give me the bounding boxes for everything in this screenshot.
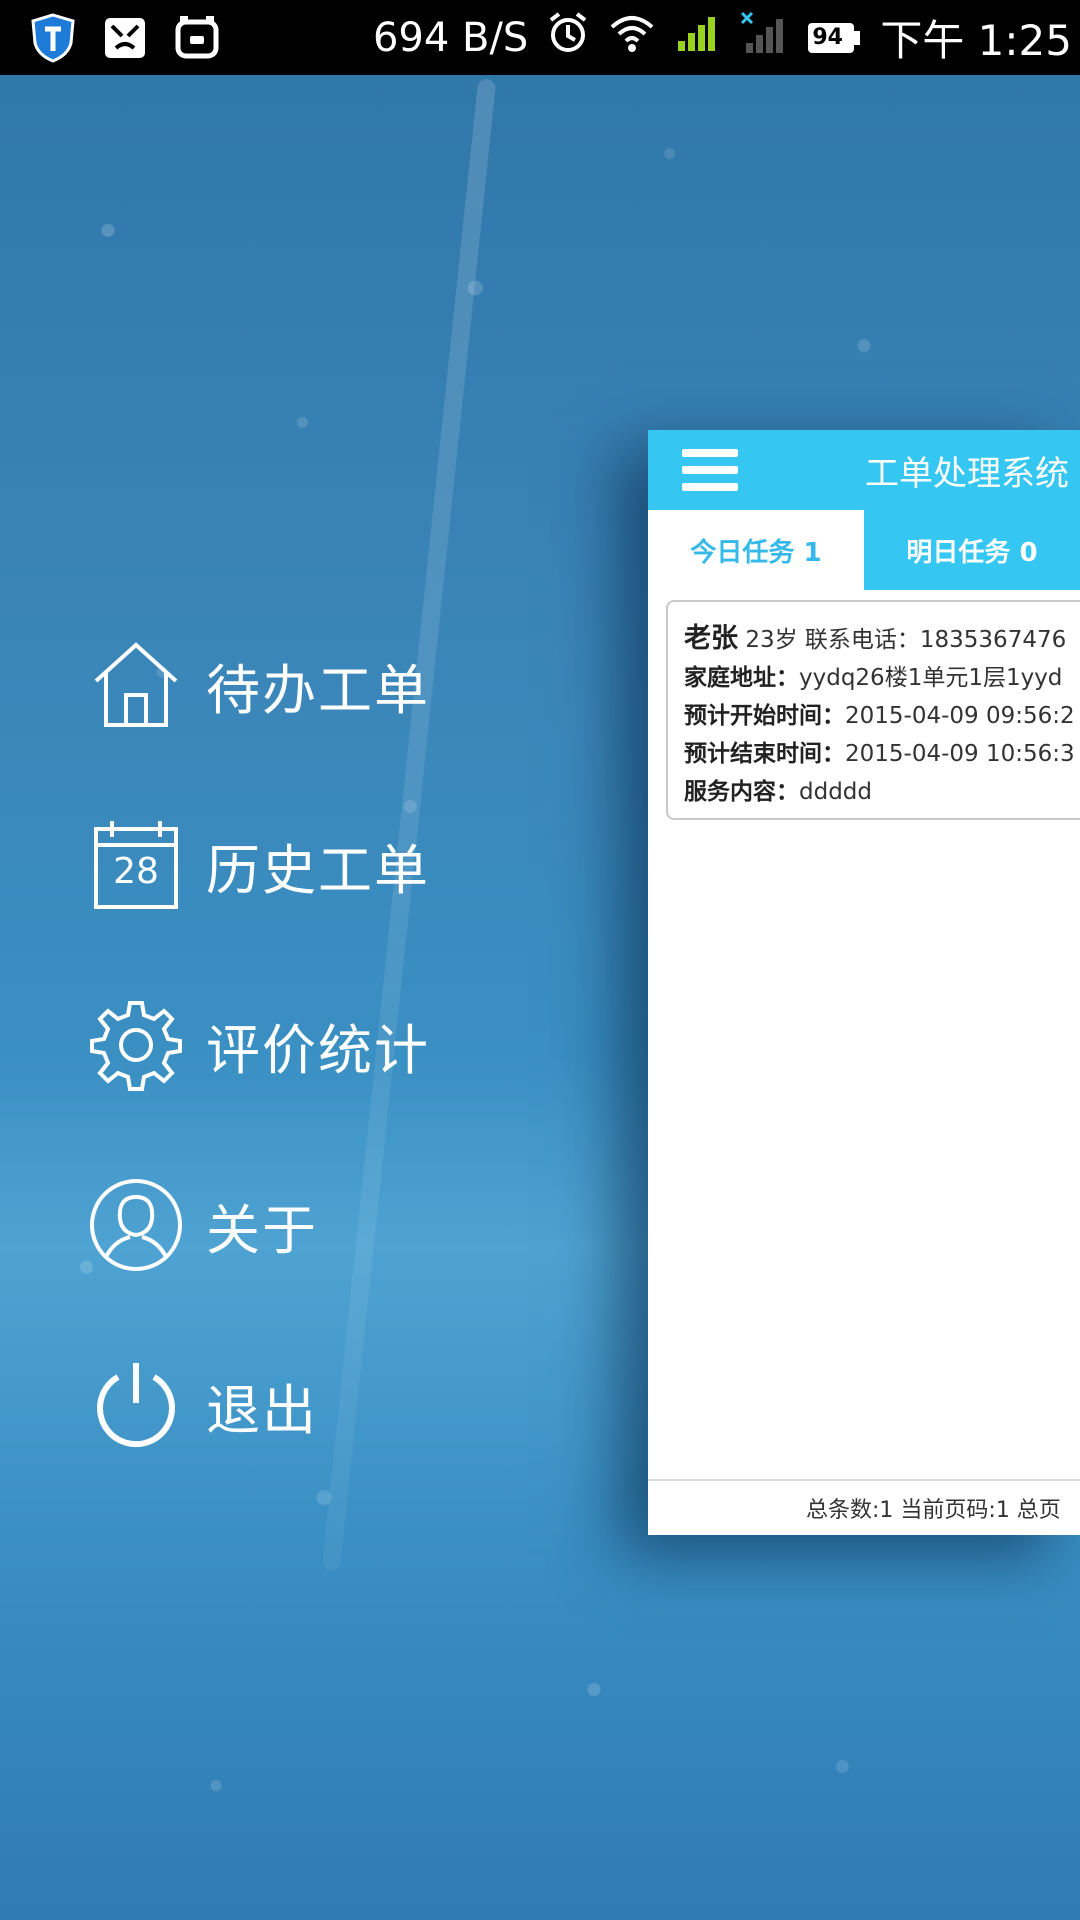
battery-level: 94 — [812, 24, 843, 50]
end-time-value: 2015-04-09 10:56:3 — [845, 741, 1075, 767]
tab-tomorrow-tasks[interactable]: 明日任务 0 — [864, 510, 1080, 590]
battery-icon: 94 — [806, 21, 862, 55]
menu-item-about[interactable]: 关于 — [88, 1135, 430, 1315]
hamburger-menu-icon[interactable] — [682, 449, 738, 491]
work-order-card[interactable]: 老张 23岁 联系电话：1835367476 家庭地址：yydq26楼1单元1层… — [666, 600, 1080, 820]
customer-info: 23岁 联系电话：1835367476 — [745, 627, 1067, 653]
wifi-icon — [608, 13, 656, 63]
shield-icon — [30, 12, 76, 63]
gear-icon — [88, 997, 184, 1093]
address-value: yydq26楼1单元1层1yyd — [799, 665, 1063, 691]
alarm-icon — [546, 11, 590, 65]
calendar-icon: 28 — [88, 817, 184, 913]
power-icon — [88, 1357, 184, 1453]
menu-item-label: 历史工单 — [206, 838, 430, 902]
home-icon — [88, 637, 184, 733]
page-title: 工单处理系统 — [865, 454, 1069, 494]
signal-disabled-icon — [740, 11, 788, 65]
menu-item-label: 评价统计 — [206, 1018, 430, 1082]
start-time-value: 2015-04-09 09:56:2 — [845, 703, 1075, 729]
tab-today-tasks[interactable]: 今日任务 1 — [648, 510, 864, 590]
pig-icon — [174, 13, 220, 63]
service-content-label: 服务内容： — [684, 779, 799, 805]
bear-icon — [102, 13, 148, 63]
app-header: 工单处理系统 — [648, 430, 1080, 510]
end-time-label: 预计结束时间： — [684, 741, 845, 767]
status-bar: 694 B/S 94 下午 1:25 — [0, 0, 1080, 75]
user-icon — [88, 1177, 184, 1273]
pagination-footer: 总条数:1 当前页码:1 总页 — [648, 1479, 1080, 1535]
menu-item-label: 关于 — [206, 1198, 318, 1262]
menu-item-pending-orders[interactable]: 待办工单 — [88, 595, 430, 775]
clock: 下午 1:25 — [880, 16, 1072, 65]
customer-name: 老张 — [684, 623, 738, 654]
menu-item-label: 退出 — [206, 1378, 318, 1442]
start-time-label: 预计开始时间： — [684, 703, 845, 729]
address-label: 家庭地址： — [684, 665, 799, 691]
menu-item-label: 待办工单 — [206, 658, 430, 722]
drawer-menu: 待办工单 28 历史工单 评价统计 关于 退出 — [88, 595, 430, 1495]
calendar-day: 28 — [113, 851, 159, 892]
pagination-text: 总条数:1 当前页码:1 总页 — [806, 1498, 1061, 1523]
service-content-value: ddddd — [799, 779, 872, 805]
task-tabs: 今日任务 1 明日任务 0 — [648, 510, 1080, 590]
menu-item-logout[interactable]: 退出 — [88, 1315, 430, 1495]
main-content-panel[interactable]: 工单处理系统 今日任务 1 明日任务 0 老张 23岁 联系电话：1835367… — [648, 430, 1080, 1535]
menu-item-history-orders[interactable]: 28 历史工单 — [88, 775, 430, 955]
menu-item-evaluation-stats[interactable]: 评价统计 — [88, 955, 430, 1135]
signal-icon — [674, 13, 722, 63]
network-speed: 694 B/S — [372, 14, 529, 61]
